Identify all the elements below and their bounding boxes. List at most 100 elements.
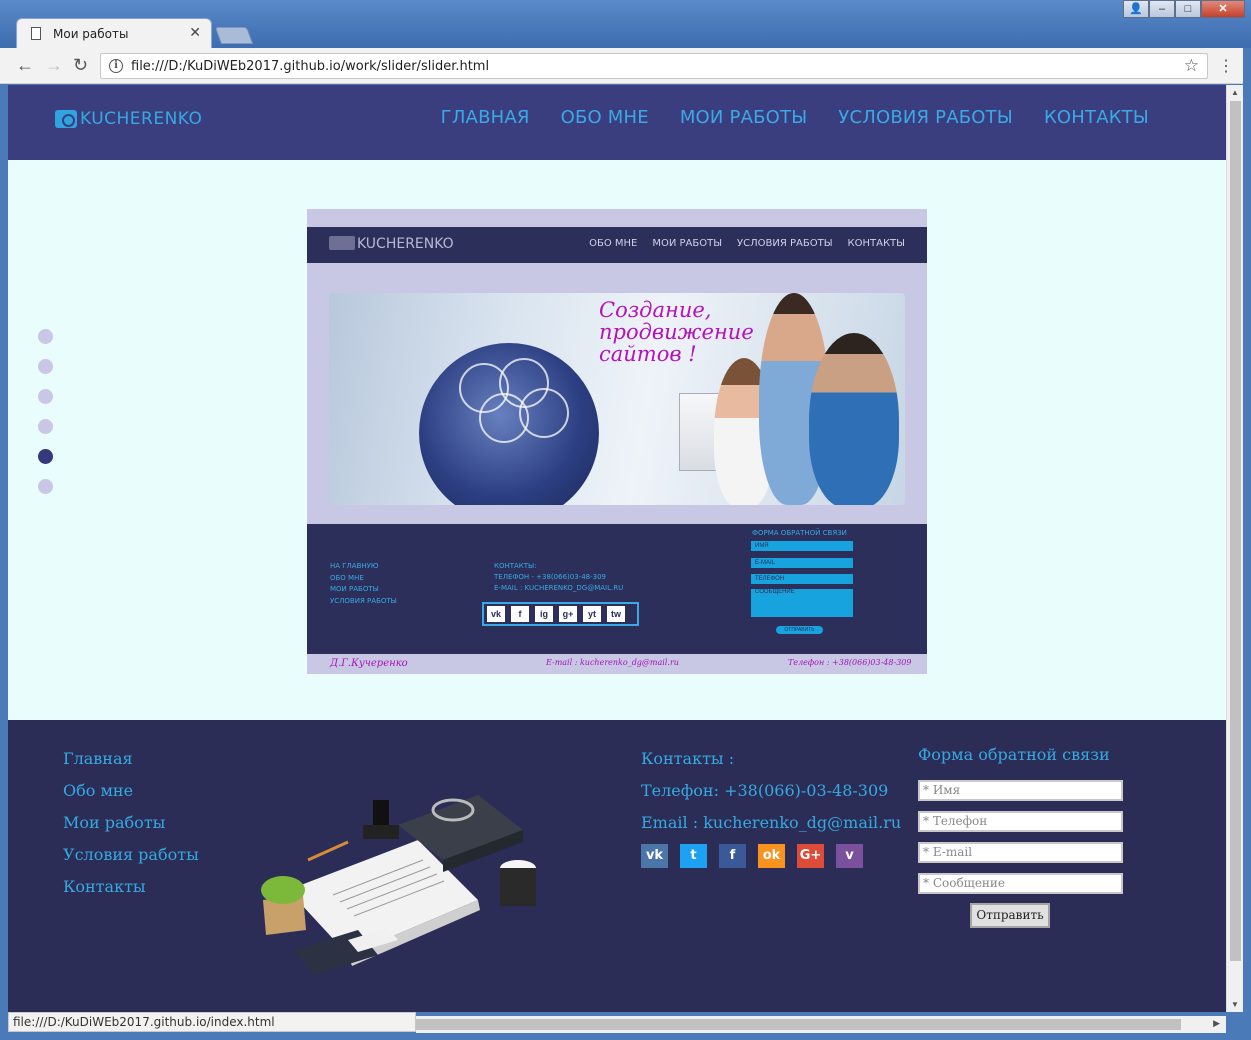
site-footer: Главная Обо мне Мои работы Условия работ… bbox=[8, 720, 1226, 1012]
close-window-button[interactable]: ✕ bbox=[1201, 0, 1245, 18]
window-border-left bbox=[0, 84, 8, 1040]
window-titlebar: Мои работы ✕ 👤 – □ ✕ bbox=[0, 0, 1251, 48]
slide-google-plus-icon: g+ bbox=[559, 606, 577, 622]
info-icon[interactable]: i bbox=[109, 59, 123, 73]
contacts-title: Контакты : bbox=[641, 749, 735, 768]
camera-logo-icon bbox=[55, 110, 77, 128]
slider-dots bbox=[38, 329, 53, 494]
phone-input[interactable]: * Телефон bbox=[918, 811, 1123, 832]
tab-close-icon[interactable]: ✕ bbox=[189, 24, 201, 41]
footer-link-contacts[interactable]: Контакты bbox=[63, 877, 199, 897]
slide-form-send: ОТПРАВИТЬ bbox=[776, 626, 823, 634]
contact-phone: Телефон: +38(066)-03-48-309 bbox=[641, 781, 889, 800]
slide-image: KUCHERENKO ОБО МНЕ МОИ РАБОТЫ УСЛОВИЯ РА… bbox=[307, 209, 927, 674]
person-illustration bbox=[809, 333, 899, 505]
nav-home[interactable]: ГЛАВНАЯ bbox=[441, 107, 530, 128]
slide-nav-item: КОНТАКТЫ bbox=[847, 238, 905, 249]
page-viewport: KUCHERENKO ГЛАВНАЯ ОБО МНЕ МОИ РАБОТЫ УС… bbox=[8, 85, 1226, 1012]
slide-footer: НА ГЛАВНУЮ ОБО МНЕ МОИ РАБОТЫ УСЛОВИЯ РА… bbox=[307, 524, 927, 654]
slide-logo: KUCHERENKO bbox=[329, 236, 454, 252]
browser-menu-icon[interactable]: ⋮ bbox=[1218, 56, 1234, 76]
url-text[interactable]: file:///D:/KuDiWEb2017.github.io/work/sl… bbox=[131, 59, 489, 74]
bookmark-star-icon[interactable]: ☆ bbox=[1184, 56, 1199, 76]
minimize-button[interactable]: – bbox=[1149, 0, 1175, 18]
page-icon bbox=[31, 27, 41, 40]
footer-links: Главная Обо мне Мои работы Условия работ… bbox=[63, 749, 199, 897]
slide-form-field: ИМЯ bbox=[751, 541, 853, 551]
slide-logo-text: KUCHERENKO bbox=[357, 236, 454, 252]
footer-social-icons: vk t f ok G+ v bbox=[641, 844, 863, 868]
slide-footer-link: ОБО МНЕ bbox=[330, 573, 364, 582]
globe-illustration bbox=[419, 343, 599, 505]
facebook-icon[interactable]: f bbox=[719, 844, 746, 868]
new-tab-button[interactable] bbox=[214, 27, 254, 44]
horizontal-scrollbar[interactable]: ▶ bbox=[416, 1016, 1226, 1033]
maximize-button[interactable]: □ bbox=[1175, 0, 1201, 18]
main-nav: ГЛАВНАЯ ОБО МНЕ МОИ РАБОТЫ УСЛОВИЯ РАБОТ… bbox=[441, 107, 1149, 128]
slide-contact-line: ТЕЛЕФОН - +38(066)03-48-309 bbox=[494, 573, 606, 581]
horizontal-scroll-thumb[interactable] bbox=[416, 1019, 1181, 1030]
footer-link-about[interactable]: Обо мне bbox=[63, 781, 199, 801]
slide-instagram-icon: ig bbox=[535, 606, 553, 622]
slide-form-field: E-MAIL bbox=[751, 558, 853, 568]
name-input[interactable]: * Имя bbox=[918, 780, 1123, 801]
feedback-form-title: Форма обратной связи bbox=[918, 745, 1110, 764]
hero-line: продвижение bbox=[599, 320, 754, 344]
status-bar: file:///D:/KuDiWEb2017.github.io/index.h… bbox=[8, 1012, 416, 1032]
user-icon[interactable]: 👤 bbox=[1123, 0, 1149, 18]
back-arrow-icon[interactable]: ← bbox=[16, 55, 34, 76]
footer-link-terms[interactable]: Условия работы bbox=[63, 845, 199, 865]
nav-terms[interactable]: УСЛОВИЯ РАБОТЫ bbox=[838, 107, 1013, 128]
vk-icon[interactable]: vk bbox=[641, 844, 668, 868]
slider-dot[interactable] bbox=[38, 449, 53, 464]
google-plus-icon[interactable]: G+ bbox=[797, 844, 824, 868]
window-controls: 👤 – □ ✕ bbox=[1123, 0, 1245, 18]
footer-link-works[interactable]: Мои работы bbox=[63, 813, 199, 833]
viber-icon[interactable]: v bbox=[836, 844, 863, 868]
nav-contacts[interactable]: КОНТАКТЫ bbox=[1044, 107, 1149, 128]
slide-hero-banner: Создание, продвижение сайтов ! bbox=[329, 293, 905, 505]
slider-dot[interactable] bbox=[38, 329, 53, 344]
vertical-scrollbar[interactable]: ▲ ▼ bbox=[1226, 85, 1243, 1012]
scroll-up-arrow-icon[interactable]: ▲ bbox=[1231, 88, 1239, 97]
scroll-down-arrow-icon[interactable]: ▼ bbox=[1231, 1000, 1239, 1009]
slide-logo-icon bbox=[329, 236, 355, 250]
slide-bottom-bar: Д.Г.Кучеренко E-mail : kucherenko_dg@mai… bbox=[307, 654, 927, 674]
logo-text: KUCHERENKO bbox=[80, 109, 203, 129]
slide-form-field: ТЕЛЕФОН bbox=[751, 574, 853, 584]
site-header: KUCHERENKO ГЛАВНАЯ ОБО МНЕ МОИ РАБОТЫ УС… bbox=[8, 85, 1226, 160]
nav-about[interactable]: ОБО МНЕ bbox=[561, 107, 649, 128]
email-input[interactable]: * E-mail bbox=[918, 842, 1123, 863]
slider-dot[interactable] bbox=[38, 359, 53, 374]
hero-line: Создание, bbox=[599, 298, 712, 322]
globe-ring bbox=[519, 388, 569, 438]
slider-dot[interactable] bbox=[38, 389, 53, 404]
slide-footer-link: УСЛОВИЯ РАБОТЫ bbox=[330, 596, 397, 605]
stationery-illustration bbox=[261, 795, 536, 975]
forward-arrow-icon[interactable]: → bbox=[45, 55, 63, 76]
scroll-right-arrow-icon[interactable]: ▶ bbox=[1213, 1018, 1220, 1029]
nav-works[interactable]: МОИ РАБОТЫ bbox=[680, 107, 807, 128]
send-button[interactable]: Отправить bbox=[970, 903, 1050, 928]
address-bar[interactable]: i file:///D:/KuDiWEb2017.github.io/work/… bbox=[100, 53, 1208, 79]
message-input[interactable]: * Сообщение bbox=[918, 873, 1123, 894]
slide-bottom-phone: Телефон : +38(066)03-48-309 bbox=[788, 658, 912, 667]
slide-form-textarea: СООБЩЕНИЕ bbox=[751, 589, 853, 617]
slide-contact-line: E-MAIL : KUCHERENKO_DG@MAIL.RU bbox=[494, 584, 624, 592]
reload-icon[interactable]: ↻ bbox=[73, 55, 88, 76]
footer-contacts: Контакты : Телефон: +38(066)-03-48-309 E… bbox=[641, 749, 901, 845]
twitter-icon[interactable]: t bbox=[680, 844, 707, 868]
contact-email[interactable]: Email : kucherenko_dg@mail.ru bbox=[641, 813, 901, 833]
site-logo[interactable]: KUCHERENKO bbox=[55, 109, 202, 129]
slide-form-title: ФОРМА ОБРАТНОЙ СВЯЗИ bbox=[752, 529, 847, 537]
slider-dot[interactable] bbox=[38, 419, 53, 434]
slide-bottom-name: Д.Г.Кучеренко bbox=[330, 658, 408, 669]
browser-tab[interactable]: Мои работы ✕ bbox=[16, 18, 212, 48]
footer-link-home[interactable]: Главная bbox=[63, 749, 199, 769]
scroll-thumb[interactable] bbox=[1230, 101, 1241, 961]
slide-twitter-icon: tw bbox=[607, 606, 625, 622]
slide-vk-icon: vk bbox=[487, 606, 505, 622]
odnoklassniki-icon[interactable]: ok bbox=[758, 844, 785, 868]
slide-facebook-icon: f bbox=[511, 606, 529, 622]
slider-dot[interactable] bbox=[38, 479, 53, 494]
